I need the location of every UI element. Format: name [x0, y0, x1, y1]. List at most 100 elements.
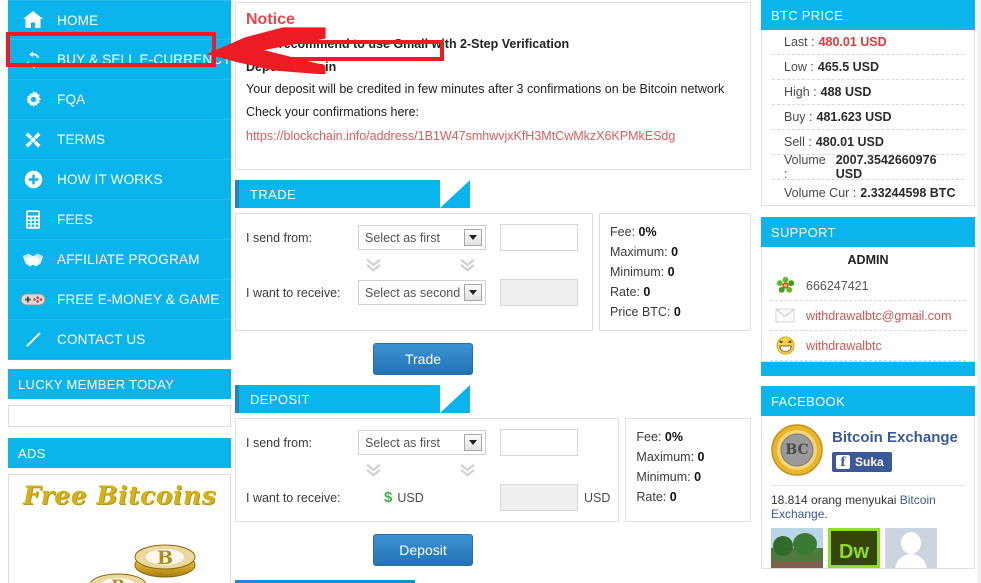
deposit-send-select[interactable]: Select as first	[358, 430, 486, 455]
btc-price-label: Sell :	[784, 135, 812, 149]
notice-check-confirmations: Check your confirmations here:	[246, 104, 419, 119]
trade-send-amount-input[interactable]	[500, 224, 578, 251]
trade-minimum-value: 0	[667, 265, 675, 279]
deposit-section-header: DEPOSIT	[235, 385, 470, 413]
deposit-fee-line: Fee: 0%	[636, 427, 750, 447]
trade-ribbon-wrap: TRADE	[235, 180, 755, 208]
ads-banner-title: Free Bitcoins	[22, 481, 217, 510]
btc-price-value: 480.01 USD	[818, 35, 887, 49]
trade-maximum-label: Maximum:	[610, 245, 668, 259]
support-icq-value: 666247421	[806, 278, 869, 293]
support-yahoo-value: withdrawalbtc	[806, 338, 882, 353]
deposit-rate-line: Rate: 0	[636, 487, 750, 507]
facebook-like-button[interactable]: f Suka	[832, 451, 892, 472]
btc-price-label: High :	[784, 85, 817, 99]
btc-price-value: 2007.3542660976 USD	[835, 153, 937, 181]
support-email-row[interactable]: withdrawalbtc@gmail.com	[770, 301, 966, 331]
joomla-icon	[16, 125, 50, 155]
support-icq-row[interactable]: 666247421	[770, 271, 966, 301]
photo-thumb[interactable]	[771, 528, 823, 568]
default-avatar-thumb[interactable]	[885, 528, 937, 568]
deposit-send-amount-input[interactable]	[500, 429, 578, 456]
calculator-icon	[16, 205, 50, 235]
trade-price-btc-label: Price BTC:	[610, 305, 671, 319]
chevron-down-icon[interactable]	[464, 434, 482, 451]
home-icon	[16, 5, 50, 35]
deposit-receive-amount-input[interactable]	[500, 484, 578, 511]
notice-title: Notice	[246, 11, 295, 28]
page-root: HOME BUY & SELL E-CURRENCY FQA TERMS HOW…	[0, 0, 981, 583]
sidebar-item-fqa[interactable]: FQA	[8, 80, 231, 120]
sidebar-item-contact-us[interactable]: CONTACT US	[8, 320, 231, 360]
trade-fee-line: Fee: 0%	[610, 222, 750, 242]
sidebar-item-affiliate-program[interactable]: AFFILIATE PROGRAM	[8, 240, 231, 280]
support-yahoo-row[interactable]: withdrawalbtc	[770, 331, 966, 361]
sidebar-item-label: FEES	[57, 212, 94, 227]
facebook-page-card: BC Bitcoin Exchange f Suka 18.814 orang …	[761, 416, 975, 569]
sidebar-item-label: BUY & SELL E-CURRENCY	[57, 52, 232, 67]
facebook-f-icon: f	[836, 454, 850, 469]
svg-text:B: B	[157, 547, 173, 569]
blockchain-address-link[interactable]: https://blockchain.info/address/1B1W47sm…	[246, 129, 675, 143]
btc-price-label: Volume :	[784, 153, 826, 181]
trade-price-btc-line: Price BTC: 0	[610, 302, 750, 322]
trade-receive-select[interactable]: Select as second	[358, 280, 486, 305]
trade-minimum-line: Minimum: 0	[610, 262, 750, 282]
sidebar-item-label: FREE E-MONEY & GAME	[57, 292, 220, 307]
trade-rate-value: 0	[643, 285, 651, 299]
trade-fee-value: 0%	[638, 225, 657, 239]
btc-price-row: Volume : 2007.3542660976 USD	[772, 153, 964, 181]
btc-price-value: 2.33244598 BTC	[860, 185, 956, 200]
btc-price-label: Low :	[784, 60, 814, 74]
refresh-exchange-icon	[16, 45, 50, 75]
support-panel-footer	[761, 362, 975, 376]
page-scrollbar[interactable]	[977, 0, 981, 583]
trade-receive-amount-input[interactable]	[500, 279, 578, 306]
deposit-button[interactable]: Deposit	[373, 534, 473, 566]
trade-send-select[interactable]: Select as first	[358, 225, 486, 250]
support-email-value: withdrawalbtc@gmail.com	[806, 308, 952, 323]
trade-send-select-value: Select as first	[365, 230, 441, 245]
trade-button[interactable]: Trade	[373, 343, 473, 375]
sidebar-item-buy-sell-ecurrency[interactable]: BUY & SELL E-CURRENCY	[8, 40, 231, 80]
sidebar-item-fees[interactable]: FEES	[8, 200, 231, 240]
deposit-minimum-label: Minimum:	[636, 470, 691, 484]
chevron-down-icon[interactable]	[464, 229, 482, 246]
sidebar-item-label: FQA	[57, 92, 86, 107]
ads-banner[interactable]: Free Bitcoins B	[8, 474, 231, 583]
facebook-page-top: BC Bitcoin Exchange f Suka	[771, 424, 965, 476]
double-chevron-down-icon	[362, 459, 384, 479]
left-sidebar: HOME BUY & SELL E-CURRENCY FQA TERMS HOW…	[0, 0, 231, 583]
facebook-like-count-text: 18.814 orang menyukai	[771, 493, 897, 507]
btc-price-value: 465.5 USD	[817, 60, 880, 74]
notice-recommendation: + We recommend to use Gmail with 2-Step …	[246, 37, 570, 51]
deposit-panel: I send from: Select as first I want to r…	[235, 418, 751, 522]
sidebar-item-terms[interactable]: TERMS	[8, 120, 231, 160]
yahoo-smiley-icon	[770, 336, 800, 355]
deposit-button-row: Deposit	[231, 534, 755, 566]
btc-price-label: Volume Cur :	[784, 185, 857, 200]
facebook-page-meta: Bitcoin Exchange f Suka	[832, 429, 958, 472]
icq-flower-icon	[770, 276, 800, 295]
facebook-like-label: Suka	[855, 454, 884, 469]
sidebar-item-home[interactable]: HOME	[8, 0, 231, 40]
facebook-header: FACEBOOK	[761, 386, 975, 416]
trade-price-btc-value: 0	[673, 305, 681, 319]
support-body: ADMIN 666247421 withdrawalbtc@gmail.com …	[761, 247, 975, 362]
facebook-page-name[interactable]: Bitcoin Exchange	[832, 429, 958, 446]
right-sidebar: BTC PRICE Last : 480.01 USD Low : 465.5 …	[755, 0, 981, 583]
btc-price-row: High : 488 USD	[772, 80, 964, 105]
deposit-fee-label: Fee:	[636, 430, 662, 444]
btc-price-label: Buy :	[784, 110, 813, 124]
facebook-friend-thumbnails: Dw	[771, 528, 965, 568]
facebook-panel: FACEBOOK BC Bitcoin Exchange f Suka 18.8…	[761, 386, 975, 569]
deposit-receive-currency-label: USD	[397, 490, 424, 505]
trade-receive-row: I want to receive: Select as second	[246, 279, 584, 306]
dreamweaver-thumb[interactable]: Dw	[828, 528, 880, 568]
sidebar-item-free-emoney-game[interactable]: FREE E-MONEY & GAME	[8, 280, 231, 320]
handshake-icon	[16, 245, 50, 275]
notice-deposit-heading: Deposit bitcoin	[246, 59, 337, 74]
chevron-down-icon[interactable]	[464, 284, 482, 301]
sidebar-item-how-it-works[interactable]: HOW IT WORKS	[8, 160, 231, 200]
deposit-send-label: I send from:	[246, 435, 312, 450]
